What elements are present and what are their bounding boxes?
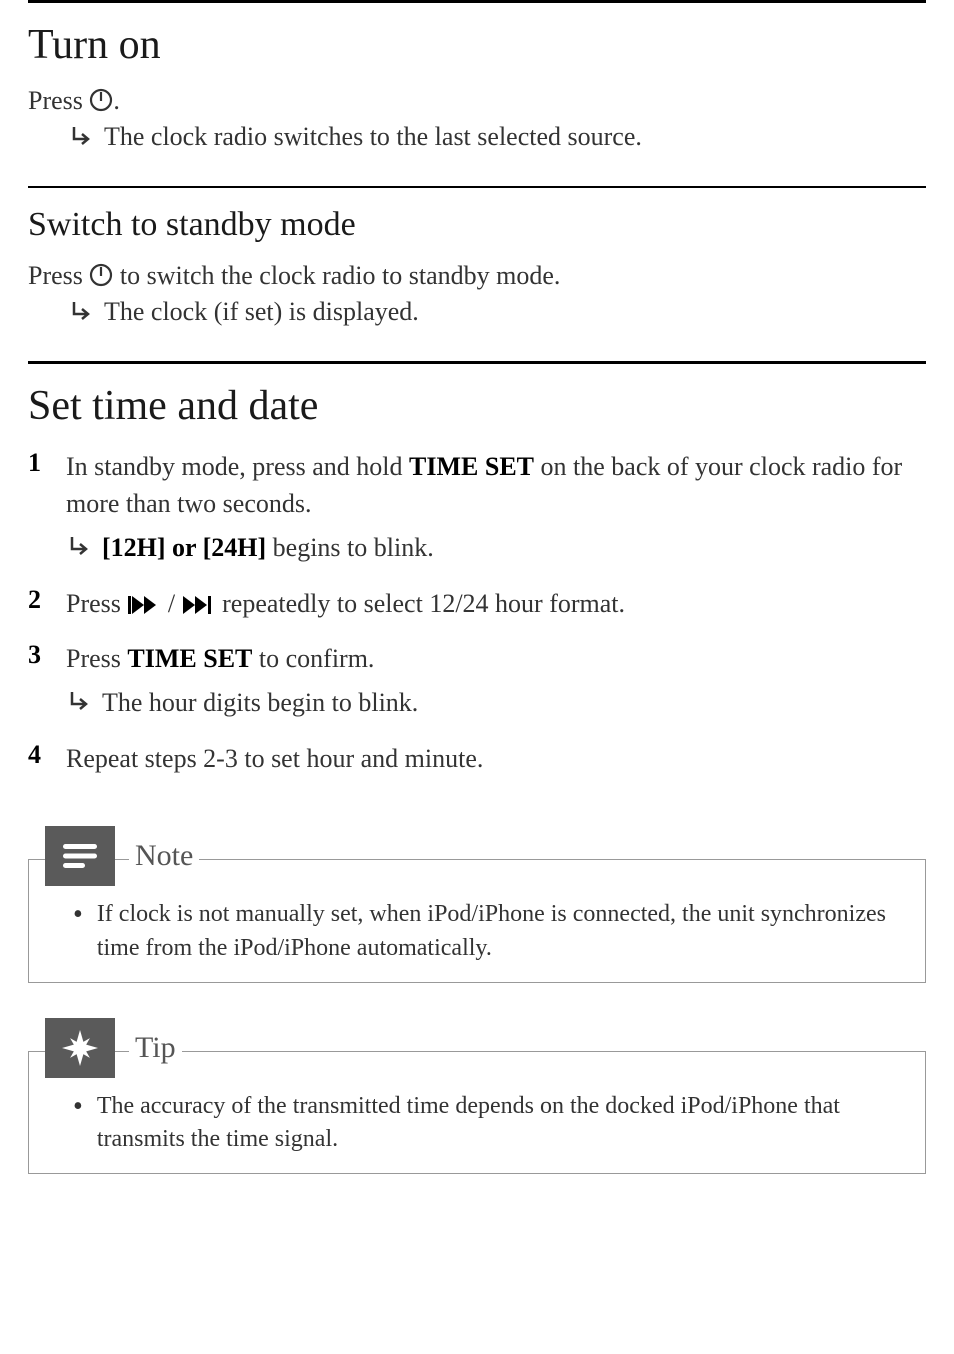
power-icon [89, 261, 113, 285]
tip-item: • The accuracy of the transmitted time d… [73, 1090, 909, 1157]
step3-bold: TIME SET [127, 644, 252, 673]
step-3: 3 Press TIME SET to confirm. The hour di… [28, 640, 926, 721]
tip-icon [45, 1018, 115, 1078]
step-body: Press TIME SET to confirm. The hour digi… [66, 640, 926, 721]
step1-result-row: [12H] or [24H] begins to blink. [66, 529, 926, 567]
subsection-divider [28, 186, 926, 188]
section-divider [28, 361, 926, 364]
section-divider [28, 0, 926, 3]
step-number: 3 [28, 640, 48, 721]
step-body: Press / repeatedly to select 12/24 hour … [66, 585, 926, 623]
note-text: If clock is not manually set, when iPod/… [97, 898, 909, 965]
tip-title: Tip [129, 1031, 182, 1065]
step1-result-bold: [12H] or [24H] [102, 533, 266, 562]
step3-result-row: The hour digits begin to blink. [66, 684, 926, 722]
heading-set-time: Set time and date [28, 382, 926, 430]
step-body: In standby mode, press and hold TIME SET… [66, 448, 926, 567]
step-number: 1 [28, 448, 48, 567]
press-label-pre: Press [28, 86, 89, 115]
step2-post: repeatedly to select 12/24 hour format. [216, 589, 625, 618]
heading-turn-on: Turn on [28, 21, 926, 69]
step1-result: [12H] or [24H] begins to blink. [102, 529, 434, 567]
section-standby: Switch to standby mode Press to switch t… [28, 206, 926, 331]
note-icon [45, 826, 115, 886]
callout-header: Note [45, 826, 909, 886]
standby-press-post: to switch the clock radio to standby mod… [113, 261, 560, 290]
turn-on-instruction: Press . [28, 83, 926, 119]
steps-list: 1 In standby mode, press and hold TIME S… [28, 448, 926, 778]
press-label-post: . [113, 86, 120, 115]
step-2: 2 Press / repeatedly to select 12/24 hou… [28, 585, 926, 623]
step-1: 1 In standby mode, press and hold TIME S… [28, 448, 926, 567]
result-arrow-icon [68, 123, 96, 151]
note-callout: Note • If clock is not manually set, whe… [28, 859, 926, 982]
step1-result-rest: begins to blink. [266, 533, 434, 562]
turn-on-result-text: The clock radio switches to the last sel… [104, 119, 642, 155]
result-arrow-icon [66, 533, 94, 561]
note-title: Note [129, 839, 199, 873]
step-body: Repeat steps 2-3 to set hour and minute. [66, 740, 926, 778]
section-turn-on: Turn on Press . The clock radio switches… [28, 21, 926, 156]
skip-back-icon [127, 590, 161, 614]
skip-forward-icon [182, 590, 216, 614]
callout-header: Tip [45, 1018, 909, 1078]
note-item: • If clock is not manually set, when iPo… [73, 898, 909, 965]
result-arrow-icon [68, 298, 96, 326]
step-4: 4 Repeat steps 2-3 to set hour and minut… [28, 740, 926, 778]
standby-instruction: Press to switch the clock radio to stand… [28, 258, 926, 294]
section-set-time: Set time and date 1 In standby mode, pre… [28, 382, 926, 778]
tip-callout: Tip • The accuracy of the transmitted ti… [28, 1051, 926, 1174]
power-icon [89, 86, 113, 110]
step-number: 2 [28, 585, 48, 623]
standby-press-pre: Press [28, 261, 89, 290]
step1-pre: In standby mode, press and hold [66, 452, 409, 481]
heading-standby: Switch to standby mode [28, 206, 926, 244]
step3-result: The hour digits begin to blink. [102, 684, 418, 722]
step-number: 4 [28, 740, 48, 778]
turn-on-result-row: The clock radio switches to the last sel… [68, 119, 926, 155]
step4-text: Repeat steps 2-3 to set hour and minute. [66, 744, 483, 773]
standby-result-row: The clock (if set) is displayed. [68, 294, 926, 330]
step3-pre: Press [66, 644, 127, 673]
tip-body-list: • The accuracy of the transmitted time d… [45, 1090, 909, 1157]
step2-pre: Press [66, 589, 127, 618]
step1-bold: TIME SET [409, 452, 534, 481]
bullet-icon: • [73, 898, 83, 965]
tip-text: The accuracy of the transmitted time dep… [97, 1090, 909, 1157]
step3-post: to confirm. [252, 644, 374, 673]
bullet-icon: • [73, 1090, 83, 1157]
result-arrow-icon [66, 688, 94, 716]
standby-result-text: The clock (if set) is displayed. [104, 294, 419, 330]
note-body-list: • If clock is not manually set, when iPo… [45, 898, 909, 965]
